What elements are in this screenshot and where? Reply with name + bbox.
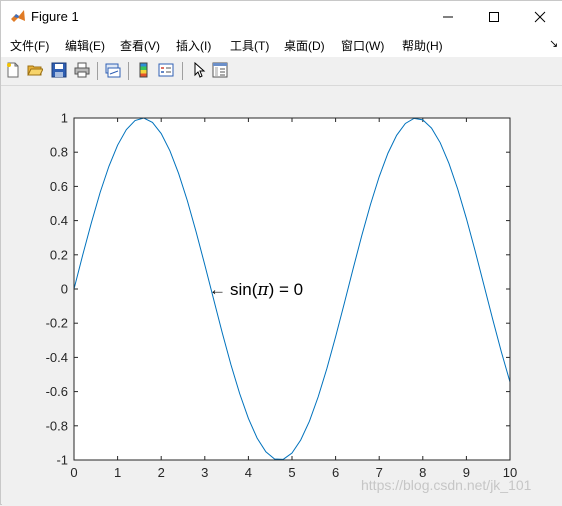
link-plot-icon[interactable] [105,62,121,78]
menu-tools[interactable]: 工具(T) [230,37,269,54]
maximize-button[interactable] [471,1,517,32]
x-tick-label: 5 [288,465,295,480]
menu-overflow-icon[interactable]: ↘ [549,37,558,50]
legend-icon[interactable] [158,62,174,78]
close-button[interactable] [517,1,562,32]
menu-window[interactable]: 窗口(W) [341,37,384,54]
x-tick-label: 3 [201,465,208,480]
y-tick-label: -0.6 [46,384,68,399]
y-tick-label: 0.2 [50,247,68,262]
minimize-button[interactable] [425,1,471,32]
x-tick-label: 4 [245,465,252,480]
toolbar-separator [128,62,129,80]
menu-insert[interactable]: 插入(I) [176,37,211,54]
menu-file[interactable]: 文件(F) [10,37,49,54]
property-inspector-icon[interactable] [212,62,228,78]
y-tick-label: 1 [61,111,68,126]
x-tick-label: 6 [332,465,339,480]
y-tick-label: 0.6 [50,179,68,194]
menu-desktop[interactable]: 桌面(D) [284,37,325,54]
sin-pi-annotation: ← sin(π) = 0 [209,280,303,300]
y-tick-label: -0.8 [46,418,68,433]
y-tick-label: -0.4 [46,350,68,365]
colorbar-icon[interactable] [136,62,152,78]
open-file-icon[interactable] [27,62,43,78]
sine-plot[interactable]: 0 1 2 3 4 5 6 7 8 9 10 -1-0.8-0.6-0.4-0.200.20.40.… [2,86,562,506]
menu-help[interactable]: 帮助(H) [402,37,443,54]
matlab-app-icon [10,8,26,24]
save-icon[interactable] [51,62,67,78]
print-icon[interactable] [74,62,90,78]
annotation-text-start: sin( [230,280,258,299]
y-tick-label: -1 [56,453,68,468]
toolbar-separator [97,62,98,80]
menu-edit[interactable]: 编辑(E) [65,37,105,54]
close-icon [534,11,546,23]
annotation-text-end: ) = 0 [269,280,304,299]
x-tick-label: 2 [158,465,165,480]
title-bar[interactable]: Figure 1 [1,1,562,32]
annotation-arrow: ← [209,280,226,299]
menu-view[interactable]: 查看(V) [120,37,160,54]
window-title: Figure 1 [31,9,79,24]
watermark-text: https://blog.csdn.net/jk_101 [361,477,532,493]
minimize-icon [443,16,453,18]
y-tick-label: -0.2 [46,316,68,331]
figure-window: Figure 1 文件(F) 编辑(E) 查看(V) 插入(I) 工具(T) 桌… [0,0,562,506]
pointer-icon[interactable] [191,62,207,78]
x-tick-label: 1 [114,465,121,480]
toolbar-separator [182,62,183,80]
menu-bar: 文件(F) 编辑(E) 查看(V) 插入(I) 工具(T) 桌面(D) 窗口(W… [1,32,562,57]
new-figure-icon[interactable] [5,62,21,78]
y-tick-label: 0 [61,282,68,297]
y-tick-labels: -1 -0.8 -0.6 -0.4 -0.2 0 0.2 0.4 0.6 0.8 1 [46,111,68,468]
toolbar [1,57,562,86]
annotation-pi: π [256,280,269,300]
maximize-icon [489,12,499,22]
y-tick-label: 0.8 [50,145,68,160]
y-tick-label: 0.4 [50,213,68,228]
figure-canvas: 0 1 2 3 4 5 6 7 8 9 10 -1 -0.8 -0.6 -0.4 -0.2 0 0.2 0.4 0.… [2,86,562,506]
x-tick-label: 0 [70,465,77,480]
